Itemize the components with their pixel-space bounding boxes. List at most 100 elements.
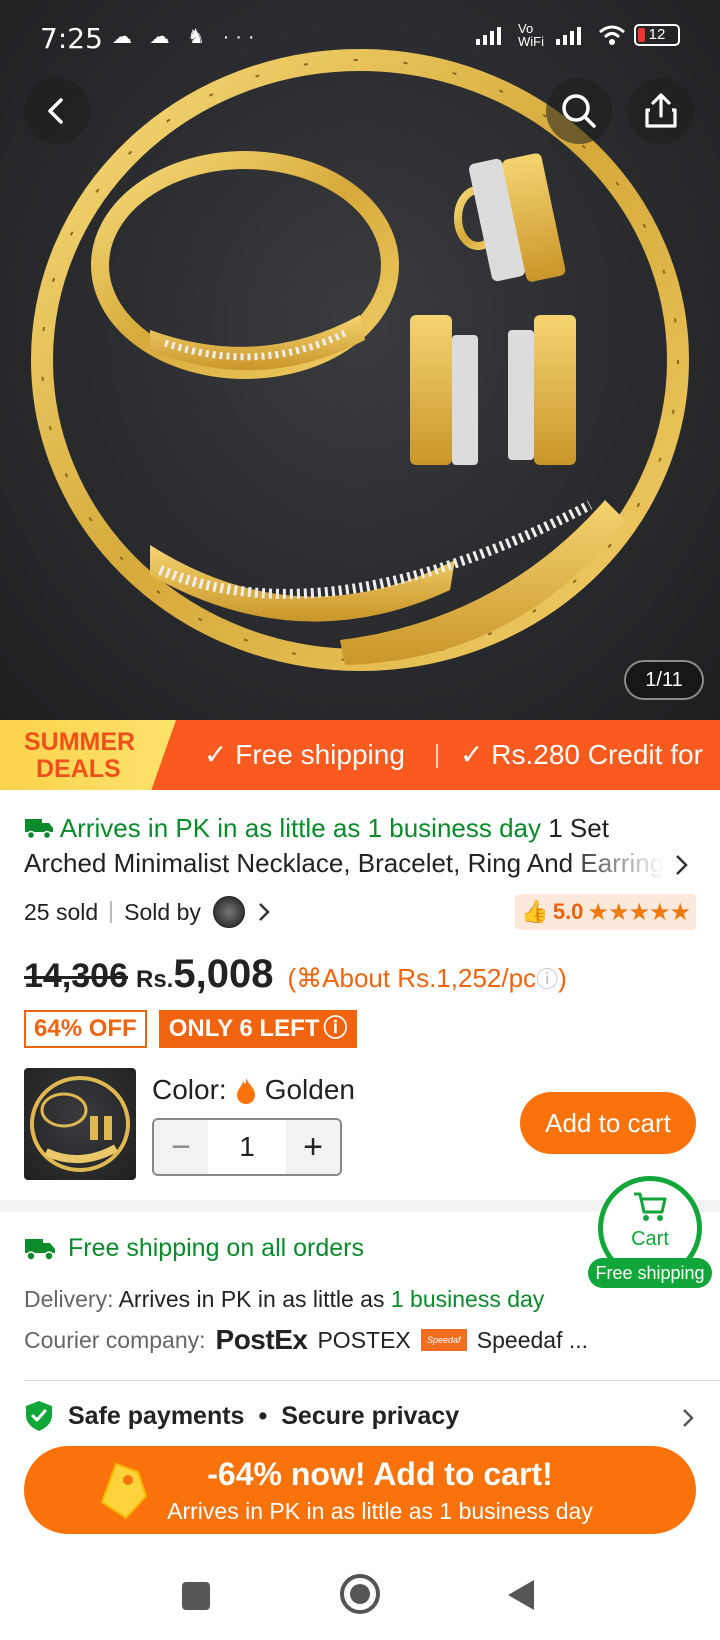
share-icon [645, 93, 677, 128]
courier2-name: Speedaf ... [476, 1326, 589, 1353]
home-button[interactable] [340, 1574, 380, 1614]
flame-icon [236, 1078, 255, 1104]
dot-separator: • [258, 1401, 268, 1430]
delivery-text: Arrives in PK in as little as [118, 1286, 385, 1312]
delivery-days: 1 business day [390, 1286, 545, 1312]
summer-deals-badge: SUMMER DEALS [0, 720, 176, 790]
cart-free-shipping-tag: Free shipping [588, 1258, 712, 1288]
per-pc-text: About Rs.1,252/pc [322, 963, 537, 993]
courier1-name: POSTEX [317, 1326, 411, 1353]
system-nav-bar [0, 1546, 720, 1640]
home-dot-icon [350, 1584, 370, 1604]
color-selector: Color: Golden [152, 1074, 355, 1106]
quantity-value[interactable]: 1 [208, 1120, 286, 1174]
safe-text1: Safe payments [68, 1401, 245, 1430]
check-icon: ✓ [460, 739, 484, 770]
cart-icon [634, 1192, 667, 1221]
back-nav-button[interactable] [506, 1578, 536, 1612]
stock-badge-text: ONLY 6 LEFT [168, 1015, 320, 1042]
original-price: 14,306 [24, 957, 128, 995]
truck-icon [25, 819, 53, 840]
product-page: 7:25 ☁ ☁ ♞ ··· Vo WiFi 12 1/11 SUMMER DE… [0, 0, 720, 1640]
deals-line2: DEALS [36, 755, 121, 783]
currency: Rs. [136, 966, 174, 993]
courier-label: Courier company: [24, 1326, 206, 1353]
product-photo [31, 49, 689, 671]
product-title[interactable]: Arched Minimalist Necklace, Bracelet, Ri… [24, 848, 664, 879]
badges: 64% OFF ONLY 6 LEFT ⓘ [24, 1010, 358, 1048]
shield-check-icon [26, 1401, 52, 1431]
free-shipping-row[interactable]: Free shipping on all orders [24, 1234, 364, 1263]
increase-button[interactable]: + [286, 1120, 340, 1174]
sold-count: 25 sold [24, 898, 99, 925]
delivery-label: Delivery: [24, 1286, 114, 1312]
color-value: Golden [264, 1074, 355, 1105]
product-title-line1: Arrives in PK in as little as 1 business… [24, 808, 696, 848]
deals-line1: SUMMER [24, 728, 136, 756]
back-button[interactable] [24, 78, 90, 144]
status-time: 7:25 [40, 22, 103, 55]
product-image-gallery[interactable]: 7:25 ☁ ☁ ♞ ··· Vo WiFi 12 1/11 [0, 0, 720, 720]
stock-badge[interactable]: ONLY 6 LEFT ⓘ [158, 1010, 358, 1048]
cta-sub-text: Arrives in PK in as little as 1 business… [167, 1498, 593, 1524]
signal-icon-2 [556, 27, 581, 45]
signal-icon [476, 27, 501, 45]
safe-text2: Secure privacy [281, 1401, 460, 1430]
sold-row: 25 sold Sold by [24, 896, 271, 928]
promo-banner[interactable]: SUMMER DEALS ✓ Free shipping ✓ Rs.280 Cr… [0, 720, 720, 790]
postex-logo: PostEx [215, 1324, 308, 1355]
recents-button[interactable] [182, 1582, 210, 1610]
star-rating-icons: ★★★★★ [587, 898, 691, 926]
chevron-right-icon[interactable] [257, 901, 271, 923]
thumbs-up-icon: 👍 [521, 899, 549, 924]
delivery-row: Delivery: Arrives in PK in as little as … [24, 1286, 544, 1313]
divider [24, 1380, 720, 1381]
search-button[interactable] [546, 78, 612, 144]
cart-label: Cart [631, 1228, 669, 1250]
cta-main-text: -64% now! Add to cart! [207, 1456, 553, 1492]
vowifi-label: Vo WiFi [518, 21, 544, 49]
status-indicators: Vo WiFi 12 [476, 22, 680, 48]
bottom-add-to-cart-button[interactable]: -64% now! Add to cart! Arrives in PK in … [24, 1446, 696, 1534]
thumbnail-image [30, 1076, 130, 1172]
variant-thumbnail[interactable] [24, 1068, 136, 1180]
image-counter: 1/11 [624, 660, 704, 700]
pieces-icon: ⌘ [296, 963, 323, 993]
chevron-right-icon[interactable] [672, 852, 692, 878]
separator [110, 901, 113, 923]
chevron-left-icon [48, 98, 63, 124]
safe-payments-row[interactable]: Safe payments • Secure privacy [24, 1400, 459, 1432]
promo-item2-label: Rs.280 Credit for [491, 739, 703, 770]
promo-credit: ✓ Rs.280 Credit for [460, 738, 703, 771]
help-icon: ⓘ [536, 967, 559, 992]
promo-item1-label: Free shipping [235, 739, 405, 770]
search-icon [562, 94, 596, 128]
rating-badge[interactable]: 👍 5.0 ★★★★★ [515, 894, 696, 930]
chevron-right-icon[interactable] [680, 1406, 696, 1430]
price-row: 14,306 Rs. 5,008 (⌘About Rs.1,252/pcⓘ) [24, 952, 567, 997]
arrival-text: Arrives in PK in as little as 1 business… [59, 813, 542, 843]
title-part1: 1 Set [548, 813, 609, 843]
help-icon: ⓘ [323, 1015, 348, 1042]
discount-badge: 64% OFF [24, 1010, 147, 1048]
wifi-icon [599, 25, 625, 45]
decrease-button[interactable]: − [154, 1120, 208, 1174]
seller-avatar[interactable] [212, 896, 245, 928]
notification-icons: ☁ ☁ ♞ ··· [112, 26, 261, 48]
speedaf-logo: Speedaf [420, 1329, 467, 1351]
per-piece-price[interactable]: (⌘About Rs.1,252/pcⓘ) [287, 962, 566, 994]
add-to-cart-button[interactable]: Add to cart [520, 1092, 696, 1154]
courier-row: Courier company: PostEx POSTEX Speedaf S… [24, 1324, 588, 1356]
truck-icon [25, 1238, 55, 1261]
sale-price: 5,008 [173, 952, 274, 996]
rating-value: 5.0 [552, 899, 584, 924]
sold-by-label: Sold by [124, 898, 201, 925]
battery-icon: 12 [634, 24, 680, 46]
share-button[interactable] [628, 78, 694, 144]
promo-divider [436, 744, 438, 768]
color-label: Color: [152, 1074, 227, 1105]
floating-cart-button[interactable]: Cart Free shipping [588, 1176, 720, 1288]
quantity-stepper: − 1 + [152, 1118, 342, 1176]
promo-free-shipping: ✓ Free shipping [204, 738, 405, 771]
status-bar: 7:25 ☁ ☁ ♞ ··· Vo WiFi 12 [0, 0, 720, 78]
